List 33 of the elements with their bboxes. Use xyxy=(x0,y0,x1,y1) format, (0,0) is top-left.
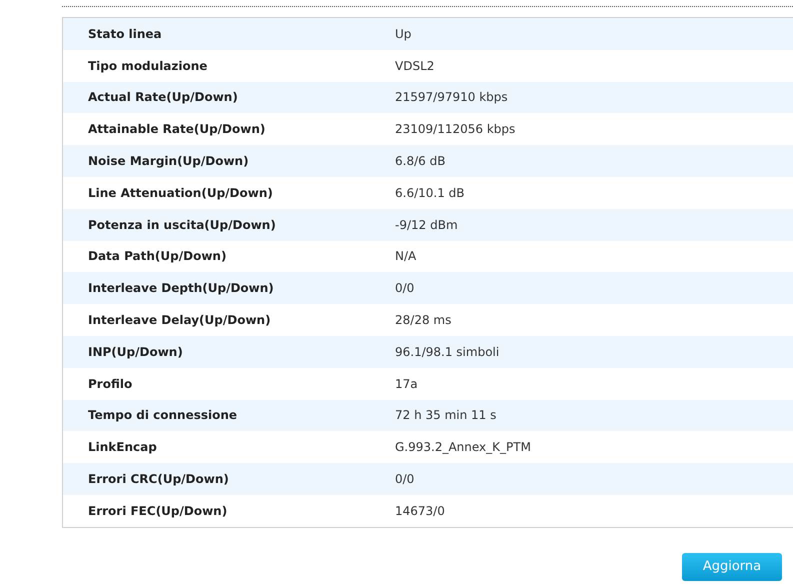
row-label: Tipo modulazione xyxy=(87,58,208,73)
row-value: 6.8/6 dB xyxy=(395,154,446,168)
row-value: 96.1/98.1 simboli xyxy=(395,344,500,359)
row-value: 28/28 ms xyxy=(395,313,452,328)
row-label: Actual Rate(Up/Down) xyxy=(87,90,239,104)
row-label: Line Attenuation(Up/Down) xyxy=(87,186,274,200)
row-value: N/A xyxy=(395,249,416,264)
refresh-button[interactable]: Aggiorna xyxy=(682,552,782,581)
row-label: Interleave Depth(Up/Down) xyxy=(87,281,275,296)
row-value: Up xyxy=(395,26,412,41)
row-value: 0/0 xyxy=(395,281,414,296)
row-label: Potenza in uscita(Up/Down) xyxy=(87,218,277,232)
row-label: Stato linea xyxy=(87,26,163,41)
row-value: 21597/97910 kbps xyxy=(395,90,508,104)
row-value: 14673/0 xyxy=(395,504,445,518)
row-value: G.993.2_Annex_K_PTM xyxy=(395,440,531,454)
row-value: -9/12 dBm xyxy=(395,218,458,232)
row-label: Tempo di connessione xyxy=(87,408,238,422)
row-value: 0/0 xyxy=(395,472,414,486)
row-label: Attainable Rate(Up/Down) xyxy=(87,122,266,136)
row-value: 6.6/10.1 dB xyxy=(395,186,465,200)
row-label: Interleave Delay(Up/Down) xyxy=(87,313,272,328)
row-label: Errori CRC(Up/Down) xyxy=(87,472,230,486)
row-label: Profilo xyxy=(87,376,134,391)
row-label: LinkEncap xyxy=(87,440,158,454)
row-label: Errori FEC(Up/Down) xyxy=(87,504,228,518)
row-value: 72 h 35 min 11 s xyxy=(395,408,496,422)
row-label: Noise Margin(Up/Down) xyxy=(87,154,250,168)
row-value: 17a xyxy=(395,376,418,391)
row-label: INP(Up/Down) xyxy=(87,344,184,359)
row-value: 23109/112056 kbps xyxy=(395,122,516,136)
row-value: VDSL2 xyxy=(395,58,434,73)
row-label: Data Path(Up/Down) xyxy=(87,249,228,264)
